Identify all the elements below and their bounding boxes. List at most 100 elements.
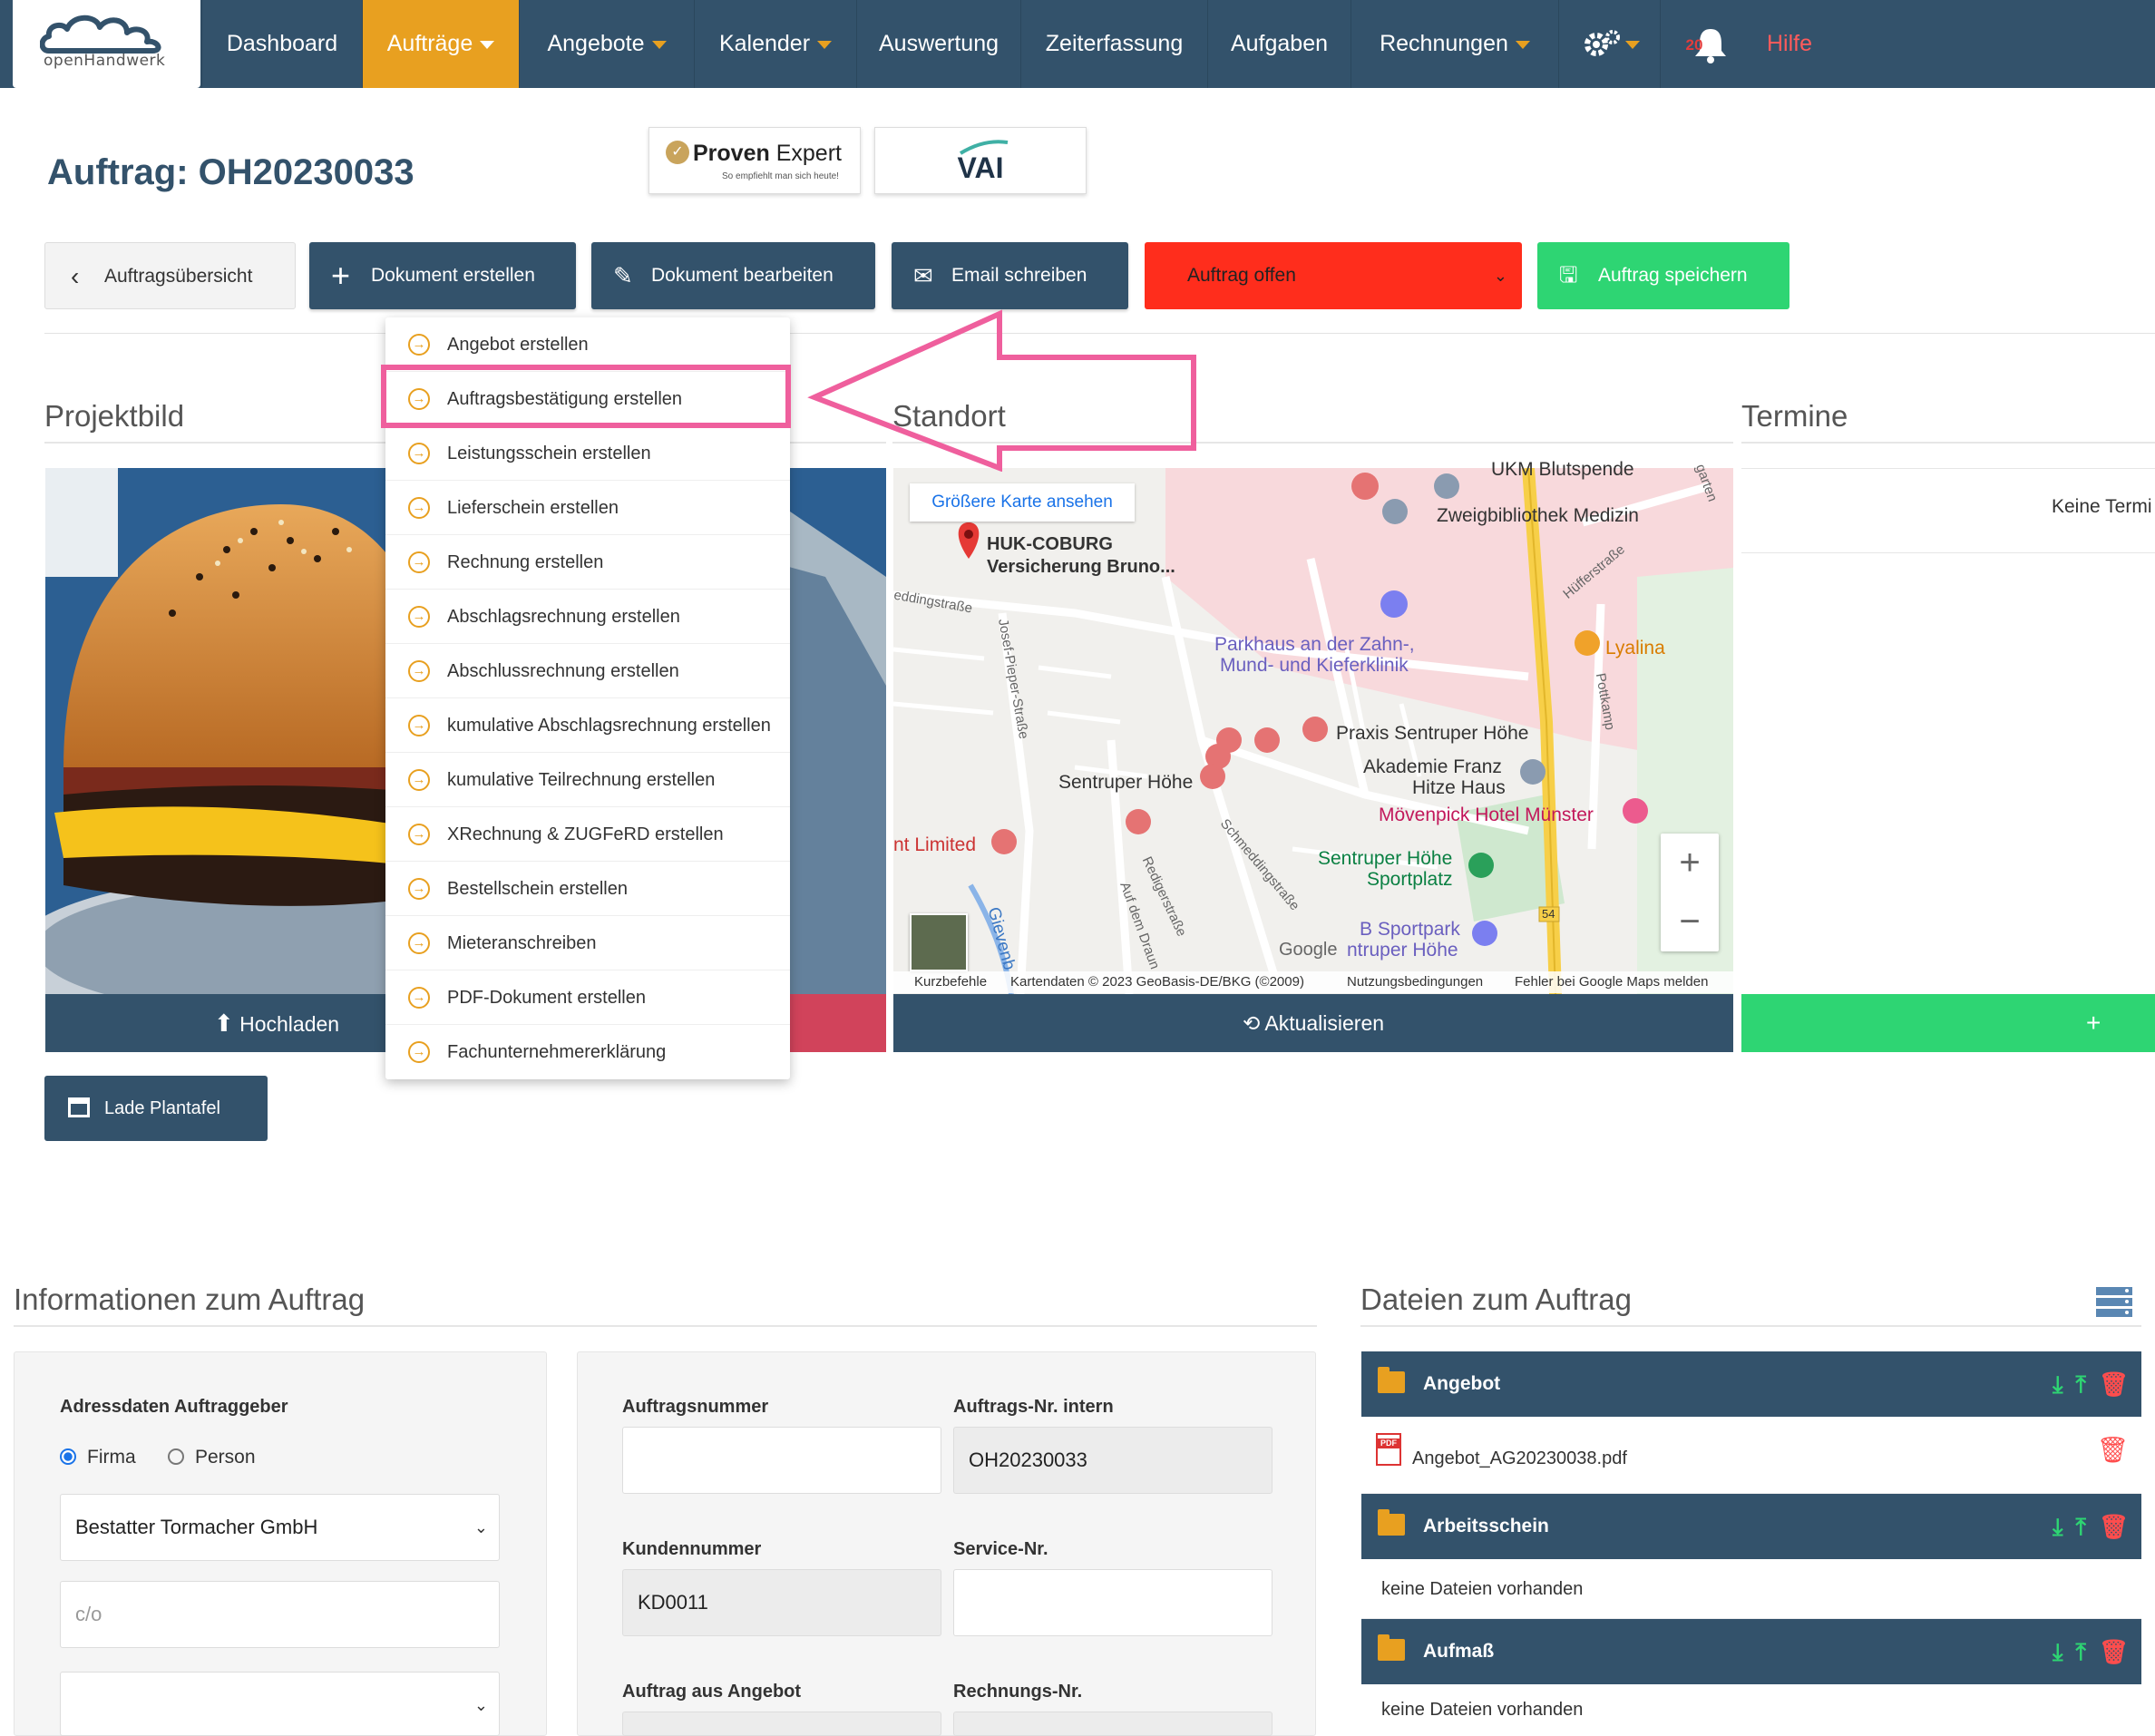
upload-icon: ⬆ bbox=[213, 1009, 234, 1037]
server-list-icon[interactable] bbox=[2095, 1286, 2133, 1317]
vai-badge[interactable]: VAI bbox=[874, 127, 1087, 194]
arrow-circle-icon: → bbox=[408, 932, 430, 954]
map-terms-link[interactable]: Nutzungsbedingungen bbox=[1347, 971, 1483, 993]
dropdown-item-kum-teilrechnung[interactable]: → kumulative Teilrechnung erstellen bbox=[385, 753, 790, 807]
nav-auftraege[interactable]: Aufträge bbox=[362, 0, 519, 88]
satellite-toggle[interactable] bbox=[910, 913, 968, 971]
zoom-out-icon[interactable]: − bbox=[1661, 892, 1719, 951]
download-icon[interactable]: ⤓ bbox=[2053, 1494, 2063, 1559]
proven-expert-tagline: So empfiehlt man sich heute! bbox=[722, 171, 839, 181]
dropdown-item-abschlussrechnung[interactable]: → Abschlussrechnung erstellen bbox=[385, 644, 790, 698]
nav-dashboard[interactable]: Dashboard bbox=[201, 0, 362, 88]
trash-icon[interactable]: 🗑 bbox=[2099, 1619, 2129, 1684]
dropdown-item-label: Lieferschein erstellen bbox=[447, 498, 619, 518]
proven-expert-badge[interactable]: ✓ Proven Expert So empfiehlt man sich he… bbox=[648, 127, 861, 194]
upload-icon[interactable]: ⤒ bbox=[2075, 1494, 2086, 1559]
dropdown-item-label: PDF-Dokument erstellen bbox=[447, 988, 646, 1008]
map-label: HUK-COBURG bbox=[987, 534, 1113, 554]
trash-icon[interactable]: 🗑 bbox=[2096, 1435, 2129, 1465]
order-status-select[interactable]: Auftrag offen ⌄ bbox=[1145, 242, 1522, 309]
nav-aufgaben[interactable]: Aufgaben bbox=[1207, 0, 1351, 88]
dropdown-item-bestellschein[interactable]: → Bestellschein erstellen bbox=[385, 862, 790, 916]
nav-angebote[interactable]: Angebote bbox=[519, 0, 694, 88]
back-button-label: Auftragsübersicht bbox=[104, 266, 253, 287]
address-select[interactable]: ⌄ bbox=[60, 1672, 500, 1736]
nav-kalender[interactable]: Kalender bbox=[694, 0, 856, 88]
write-email-button[interactable]: ✉ Email schreiben bbox=[892, 242, 1128, 309]
download-icon[interactable]: ⤓ bbox=[2053, 1619, 2063, 1684]
dropdown-item-label: Abschlagsrechnung erstellen bbox=[447, 607, 680, 627]
map-label: ntruper Höhe bbox=[1347, 940, 1458, 961]
map-label: Mund- und Kieferklinik bbox=[1220, 655, 1409, 676]
folder-row-angebot[interactable]: Angebot ⤓ ⤒ 🗑 bbox=[1361, 1351, 2141, 1417]
info-divider bbox=[14, 1325, 1317, 1327]
dropdown-item-label: kumulative Abschlagsrechnung erstellen bbox=[447, 716, 771, 736]
map-attribution: Kurzbefehle Kartendaten © 2023 GeoBasis-… bbox=[893, 971, 1733, 993]
load-plantafel-button[interactable]: Lade Plantafel bbox=[44, 1076, 268, 1141]
map-shortcuts-link[interactable]: Kurzbefehle bbox=[914, 971, 987, 993]
map-data-credit: Kartendaten © 2023 GeoBasis-DE/BKG (©200… bbox=[1010, 974, 1304, 990]
dropdown-item-fachunternehmererklaerung[interactable]: → Fachunternehmererklärung bbox=[385, 1025, 790, 1079]
auftragsnummer-input[interactable] bbox=[622, 1427, 941, 1494]
download-icon[interactable]: ⤓ bbox=[2053, 1351, 2063, 1417]
dropdown-item-label: kumulative Teilrechnung erstellen bbox=[447, 770, 716, 790]
dropdown-item-rechnung[interactable]: → Rechnung erstellen bbox=[385, 535, 790, 590]
file-row[interactable]: PDF Angebot_AG20230038.pdf 🗑 bbox=[1361, 1417, 2141, 1494]
empty-folder-text: keine Dateien vorhanden bbox=[1361, 1684, 2141, 1736]
rechnungs-nr-field bbox=[953, 1712, 1273, 1736]
radio-firma[interactable]: Firma bbox=[60, 1447, 136, 1468]
dropdown-item-label: Bestellschein erstellen bbox=[447, 879, 628, 899]
dropdown-item-leistungsschein[interactable]: → Leistungsschein erstellen bbox=[385, 426, 790, 481]
nav-rechnungen[interactable]: Rechnungen bbox=[1351, 0, 1558, 88]
dropdown-item-lieferschein[interactable]: → Lieferschein erstellen bbox=[385, 481, 790, 535]
edit-document-button[interactable]: ✎ Dokument bearbeiten bbox=[591, 242, 875, 309]
upload-icon[interactable]: ⤒ bbox=[2075, 1619, 2086, 1684]
new-appointment-button[interactable]: + Neue bbox=[1741, 994, 2155, 1094]
app-logo[interactable]: openHandwerk bbox=[13, 0, 200, 88]
auftrags-nr-intern-label: Auftrags-Nr. intern bbox=[953, 1397, 1114, 1417]
folder-actions: ⤓ ⤒ 🗑 bbox=[2040, 1351, 2129, 1417]
gears-icon bbox=[1584, 30, 1620, 57]
file-name[interactable]: Angebot_AG20230038.pdf bbox=[1412, 1448, 1627, 1469]
service-nr-input[interactable] bbox=[953, 1569, 1273, 1636]
dropdown-item-xrechnung[interactable]: → XRechnung & ZUGFeRD erstellen bbox=[385, 807, 790, 862]
folder-row-arbeitsschein[interactable]: Arbeitsschein ⤓ ⤒ 🗑 bbox=[1361, 1494, 2141, 1559]
vai-wordmark: VAI bbox=[957, 151, 1004, 184]
nav-notifications[interactable] bbox=[1660, 0, 1760, 88]
dropdown-item-angebot[interactable]: → Angebot erstellen bbox=[385, 317, 790, 372]
chevron-down-icon: ⌄ bbox=[473, 1696, 488, 1714]
refresh-map-button[interactable]: ⟲ Aktualisieren bbox=[893, 994, 1733, 1052]
plus-icon: + bbox=[331, 257, 351, 294]
dropdown-item-abschlagsrechnung[interactable]: → Abschlagsrechnung erstellen bbox=[385, 590, 790, 644]
folder-icon bbox=[1378, 1509, 1405, 1536]
dropdown-item-pdf-dokument[interactable]: → PDF-Dokument erstellen bbox=[385, 970, 790, 1025]
upload-icon[interactable]: ⤒ bbox=[2075, 1351, 2086, 1417]
check-icon: ✓ bbox=[666, 141, 689, 164]
map-report-link[interactable]: Fehler bei Google Maps melden bbox=[1515, 971, 1708, 993]
trash-icon[interactable]: 🗑 bbox=[2099, 1494, 2129, 1559]
dropdown-item-kum-abschlagsrechnung[interactable]: → kumulative Abschlagsrechnung erstellen bbox=[385, 698, 790, 753]
termine-empty-text: Keine Termi bbox=[2052, 496, 2152, 517]
road-number-label: 54 bbox=[1542, 907, 1555, 921]
trash-icon[interactable]: 🗑 bbox=[2099, 1351, 2129, 1417]
back-to-overview-button[interactable]: ‹ Auftragsübersicht bbox=[44, 242, 296, 309]
co-input[interactable]: c/o bbox=[60, 1581, 500, 1648]
nav-settings[interactable] bbox=[1558, 0, 1660, 88]
nav-hilfe[interactable]: Hilfe bbox=[1760, 0, 1819, 88]
nav-zeiterfassung-label: Zeiterfassung bbox=[1045, 31, 1184, 56]
radio-person[interactable]: Person bbox=[168, 1447, 256, 1468]
pencil-icon: ✎ bbox=[613, 262, 633, 289]
zoom-in-icon[interactable]: + bbox=[1661, 834, 1719, 892]
dropdown-item-mieteranschreiben[interactable]: → Mieteranschreiben bbox=[385, 916, 790, 970]
save-order-button[interactable]: 🖫 Auftrag speichern bbox=[1537, 242, 1789, 309]
company-select[interactable]: Bestatter Tormacher GmbH ⌄ bbox=[60, 1494, 500, 1561]
order-status-value: Auftrag offen bbox=[1187, 265, 1296, 286]
map-zoom-control[interactable]: + − bbox=[1661, 834, 1719, 951]
create-document-button[interactable]: + Dokument erstellen bbox=[309, 242, 576, 309]
nav-zeiterfassung[interactable]: Zeiterfassung bbox=[1020, 0, 1207, 88]
folder-row-aufmass[interactable]: Aufmaß ⤓ ⤒ 🗑 bbox=[1361, 1619, 2141, 1684]
larger-map-link[interactable]: Größere Karte ansehen bbox=[910, 483, 1135, 522]
arrow-circle-icon: → bbox=[408, 878, 430, 900]
upload-label: Hochladen bbox=[239, 1012, 340, 1036]
nav-auswertung[interactable]: Auswertung bbox=[856, 0, 1020, 88]
